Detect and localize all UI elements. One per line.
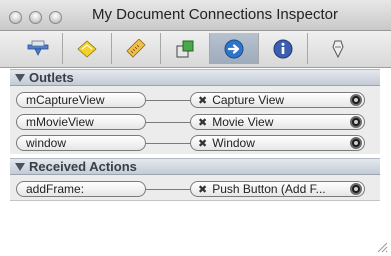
target-pill[interactable]: ✖ Movie View	[190, 114, 365, 130]
target-label: Push Button (Add F...	[212, 182, 326, 196]
target-pill[interactable]: ✖ Push Button (Add F...	[190, 181, 365, 197]
received-actions-label: Received Actions	[29, 159, 137, 174]
disconnect-icon[interactable]: ✖	[198, 138, 207, 150]
outlet-pill[interactable]: mMovieView	[16, 114, 146, 130]
connection-line	[146, 143, 190, 144]
action-pill[interactable]: addFrame:	[16, 181, 146, 197]
connection-line	[146, 189, 190, 190]
disconnect-icon[interactable]: ✖	[198, 184, 207, 196]
window-title: My Document Connections Inspector	[92, 6, 338, 23]
bindings-icon	[176, 40, 194, 57]
zoom-button[interactable]	[49, 11, 62, 24]
disconnect-icon[interactable]: ✖	[198, 95, 207, 107]
outlet-pill[interactable]: window	[16, 135, 146, 151]
connection-knob-icon[interactable]	[350, 94, 362, 106]
title-bar[interactable]: My Document Connections Inspector	[0, 0, 391, 31]
tab-bindings[interactable]	[161, 33, 210, 64]
size-ruler-icon	[126, 38, 146, 58]
outlets-section-header[interactable]: Outlets	[10, 69, 380, 86]
connection-line	[146, 122, 190, 123]
attributes-icon	[27, 40, 49, 56]
tab-effects[interactable]	[63, 33, 112, 64]
effects-icon	[77, 39, 97, 58]
target-label: Movie View	[212, 115, 274, 129]
target-label: Capture View	[212, 93, 285, 107]
resize-grip-icon[interactable]	[376, 241, 388, 253]
connection-knob-icon[interactable]	[350, 183, 362, 195]
outlet-pill[interactable]: mCaptureView	[16, 92, 146, 108]
tab-attributes[interactable]	[14, 33, 63, 64]
target-pill[interactable]: ✖ Window	[190, 135, 365, 151]
target-label: Window	[212, 136, 255, 150]
tab-connections[interactable]	[210, 33, 259, 64]
connections-inspector-window: My Document Connections Inspector Outlet…	[0, 0, 391, 256]
inspector-toolbar	[0, 31, 391, 68]
disclosure-triangle-icon[interactable]	[15, 74, 25, 82]
tab-info[interactable]	[259, 33, 308, 64]
connections-icon	[224, 39, 244, 58]
more-icon	[332, 40, 344, 58]
info-icon	[273, 39, 293, 58]
connection-knob-icon[interactable]	[350, 116, 362, 128]
received-actions-section-header[interactable]: Received Actions	[10, 158, 380, 175]
disconnect-icon[interactable]: ✖	[198, 117, 207, 129]
minimize-button[interactable]	[29, 11, 42, 24]
close-button[interactable]	[9, 11, 22, 24]
outlets-label: Outlets	[29, 70, 74, 85]
tab-more[interactable]	[308, 33, 368, 64]
empty-area	[10, 200, 380, 256]
disclosure-triangle-icon[interactable]	[15, 163, 25, 171]
connection-line	[146, 100, 190, 101]
target-pill[interactable]: ✖ Capture View	[190, 92, 365, 108]
connection-knob-icon[interactable]	[350, 137, 362, 149]
tab-size[interactable]	[112, 33, 161, 64]
